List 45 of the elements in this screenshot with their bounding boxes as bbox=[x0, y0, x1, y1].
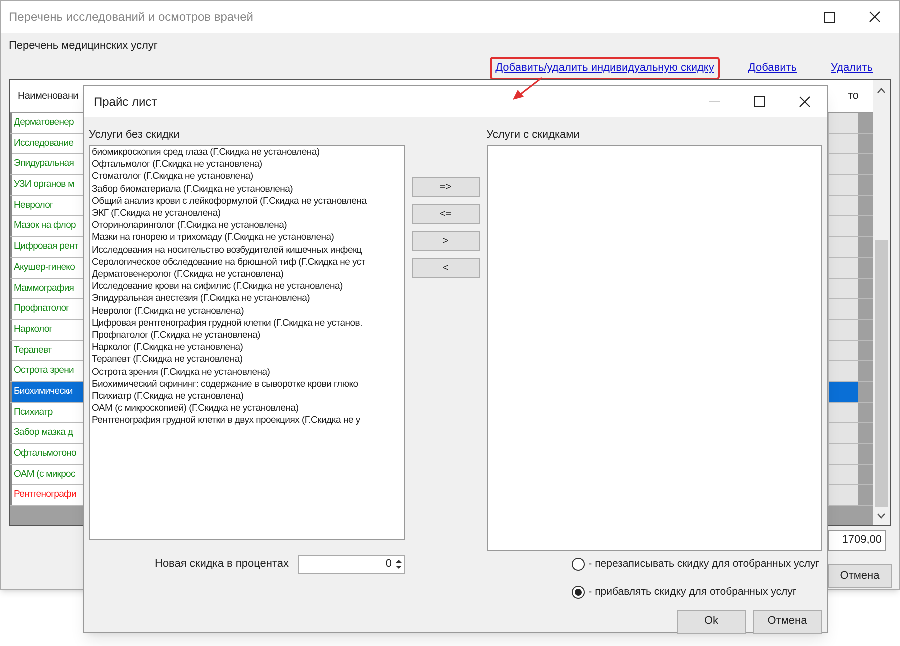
move-button[interactable]: <= bbox=[412, 204, 480, 224]
link[interactable]: Удалить bbox=[825, 57, 879, 80]
list-item[interactable]: Психиатр (Г.Скидка не установлена) bbox=[92, 391, 244, 404]
dialog-button[interactable]: Ok bbox=[677, 610, 746, 634]
total-field: 1709,00 bbox=[828, 530, 886, 551]
column-header: Наименовани bbox=[18, 90, 78, 104]
move-button[interactable]: => bbox=[412, 177, 480, 197]
discount-label: Новая скидка в процентах bbox=[155, 557, 290, 572]
list-item[interactable]: Серологическое обследование на брюшной тиф (Г.Скидка не уст bbox=[92, 256, 366, 270]
radio-option[interactable]: - прибавлять скидку для отобранных услуг bbox=[572, 584, 797, 600]
move-button[interactable]: < bbox=[412, 258, 480, 278]
list-item[interactable]: ОАМ (с микроскопией) (Г.Скидка не установлена) bbox=[92, 403, 299, 416]
list-item[interactable]: биомикроскопия сред глаза (Г.Скидка не установлена) bbox=[92, 147, 320, 160]
column-header: то bbox=[848, 88, 860, 104]
list-item[interactable]: Забор биоматериала (Г.Скидка не установлена) bbox=[92, 184, 294, 196]
move-button[interactable]: > bbox=[412, 231, 480, 251]
cancel-button[interactable]: Отмена bbox=[828, 564, 892, 588]
list-item[interactable]: Офтальмолог (Г.Скидка не установлена) bbox=[92, 159, 262, 172]
list-item[interactable]: Терапевт (Г.Скидка не установлена) bbox=[92, 354, 243, 367]
dialog-button[interactable]: Отмена bbox=[753, 610, 822, 634]
list-item[interactable]: Профпатолог (Г.Скидка не установлена) bbox=[92, 330, 260, 342]
section-label: Перечень медицинских услуг bbox=[9, 40, 158, 52]
list-item[interactable]: Оториноларинголог (Г.Скидка не установлена) bbox=[92, 220, 288, 232]
list-item[interactable]: Цифровая рентгенография грудной клетки (Г.Скидка не установ. bbox=[92, 318, 362, 330]
link[interactable]: Добавить bbox=[742, 57, 803, 80]
list-item[interactable]: Дерматовенеролог (Г.Скидка не установлена) bbox=[92, 269, 284, 282]
table-cell: Рентгенографи bbox=[10, 485, 76, 506]
list-item[interactable]: Стоматолог (Г.Скидка не установлена) bbox=[92, 171, 254, 184]
dialog-title: Прайс лист bbox=[94, 94, 158, 110]
list-item[interactable]: Общий анализ крови с лейкоформулой (Г.Скидка не установлена bbox=[92, 196, 367, 208]
list-item[interactable]: Рентгенография грудной клетки в двух проекциях (Г.Скидка не у bbox=[92, 415, 360, 428]
list-label: Услуги без скидки bbox=[89, 128, 181, 143]
radio-option[interactable]: - перезаписывать скидку для отобранных услуг bbox=[572, 557, 820, 573]
list-item[interactable]: Исследование крови на сифилис (Г.Скидка не установлена) bbox=[92, 281, 343, 294]
list-label: Услуги с скидками bbox=[486, 128, 581, 143]
list-item[interactable]: Мазки на гонорею и трихомаду (Г.Скидка не установлена) bbox=[92, 232, 334, 245]
discount-spinner[interactable]: 0 bbox=[298, 555, 405, 574]
list-item[interactable]: ЭКГ (Г.Скидка не установлена) bbox=[92, 208, 221, 220]
list-item[interactable]: Невролог (Г.Скидка не установлена) bbox=[92, 306, 244, 318]
list-item[interactable]: Биохимический скрининг: содержание в сыворотке крови глюко bbox=[92, 378, 358, 392]
list-item[interactable]: Эпидуральная анестезия (Г.Скидка не установлена) bbox=[92, 293, 310, 306]
window-title: Перечень исследований и осмотров врачей bbox=[9, 9, 254, 26]
list-item[interactable]: Исследования на носительство возбудителей кишечных инфекц bbox=[92, 244, 362, 257]
list-item[interactable]: Нарколог (Г.Скидка не установлена) bbox=[92, 342, 244, 354]
list-item[interactable]: Острота зрения (Г.Скидка не установлена) bbox=[92, 366, 270, 379]
